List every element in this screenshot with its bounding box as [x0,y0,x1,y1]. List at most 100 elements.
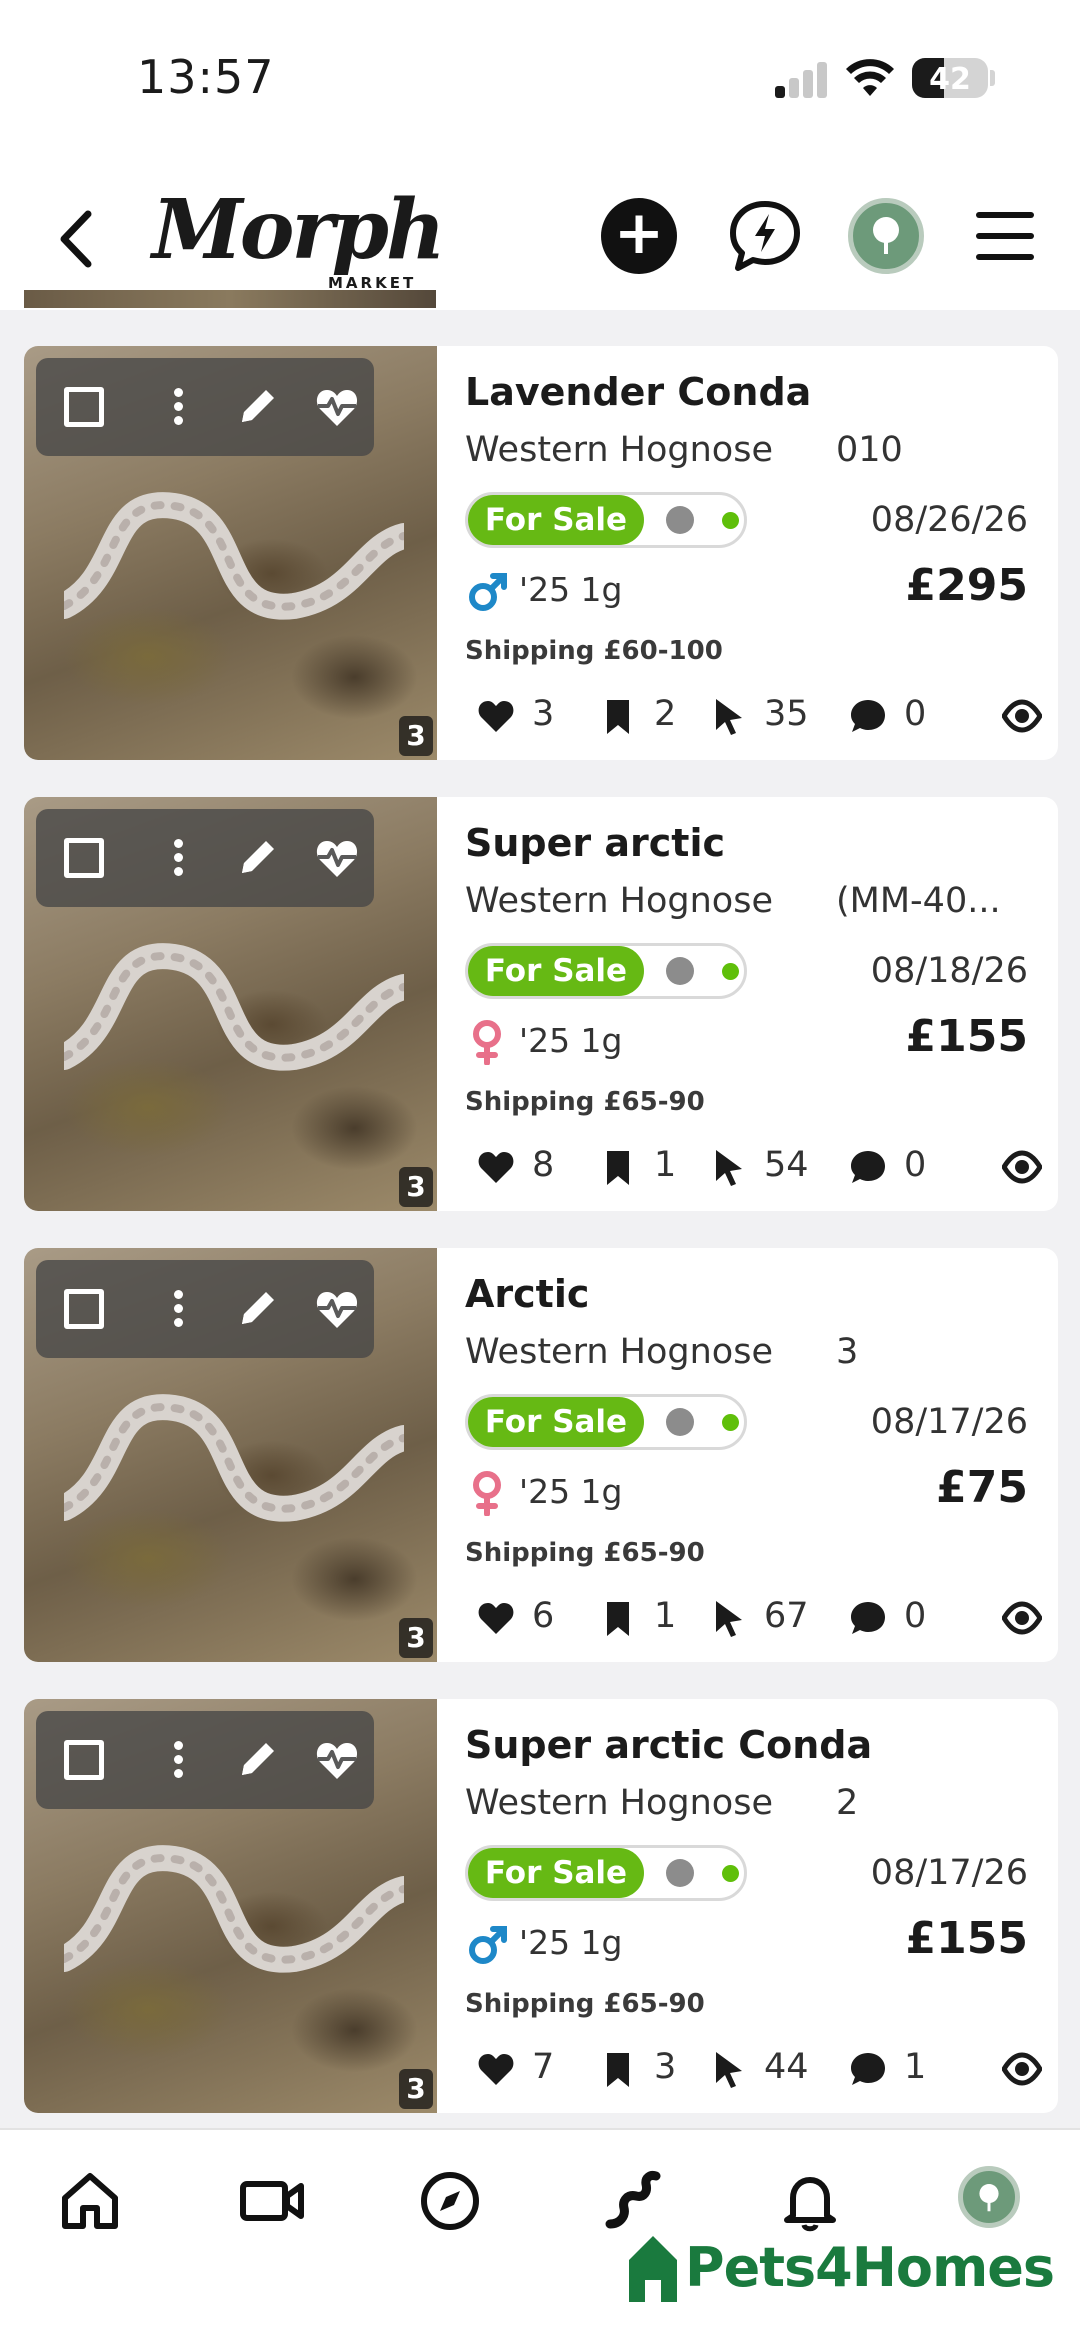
messages-count: 0 [904,694,927,734]
cursor-icon [716,699,742,735]
snake-image [64,492,404,620]
saves-count: 1 [654,1596,677,1636]
listing-card[interactable]: 3 Arctic Western Hognose 3 For Sale 08/1… [24,1248,1058,1662]
heartbeat-icon[interactable] [314,1286,360,1332]
saves-count: 1 [654,1145,677,1185]
app-header: Morph MARKET + [0,160,1080,310]
likes-count: 3 [532,694,555,734]
image-count-badge: 3 [399,1618,433,1658]
views-stat[interactable] [1002,2043,1050,2093]
listing-card[interactable]: 3 Lavender Conda Western Hognose 010 For… [24,346,1058,760]
listing-price: £295 [905,560,1028,611]
views-stat[interactable] [1002,1592,1050,1642]
back-chevron-icon[interactable] [52,204,102,274]
hamburger-menu-icon[interactable] [968,198,1044,274]
more-options-icon[interactable] [156,1286,202,1332]
female-symbol-icon [473,1471,501,1516]
select-checkbox[interactable] [64,1740,104,1780]
listing-age-weight: '25 1g [519,1923,623,1962]
select-checkbox[interactable] [64,1289,104,1329]
listing-title[interactable]: Arctic [465,1272,589,1316]
more-options-icon[interactable] [156,384,202,430]
listing-title[interactable]: Super arctic Conda [465,1723,872,1767]
clicks-count: 44 [764,2047,809,2087]
photo-toolbar [36,1711,374,1809]
listing-age-weight: '25 1g [519,570,623,609]
listing-price: £155 [905,1011,1028,1062]
active-dot [722,512,739,529]
listing-card[interactable]: 3 Super arctic Conda Western Hognose 2 F… [24,1699,1058,2113]
listing-species: Western Hognose [465,430,773,470]
eye-icon [1002,2052,1042,2086]
profile-avatar[interactable] [848,198,924,274]
male-symbol-icon [469,573,507,611]
eye-icon [1002,1150,1042,1184]
previous-card-edge [24,290,1058,310]
globe-icon [666,1859,694,1887]
status-toggle[interactable]: For Sale [465,1845,747,1901]
snake-photo[interactable]: 3 [24,346,437,760]
messages-count: 0 [904,1145,927,1185]
heartbeat-icon[interactable] [314,1737,360,1783]
listing-shipping: Shipping £60-100 [465,636,723,666]
likes-count: 7 [532,2047,555,2087]
signal-icon [775,60,827,98]
female-symbol-icon [473,1020,501,1065]
battery-level: 42 [929,62,971,97]
add-listing-button[interactable]: + [601,198,677,274]
video-icon[interactable] [237,2166,307,2236]
snake-icon[interactable] [598,2166,668,2236]
status-toggle[interactable]: For Sale [465,1394,747,1450]
edit-pencil-icon[interactable] [234,1737,280,1783]
active-dot [722,1414,739,1431]
more-options-icon[interactable] [156,1737,202,1783]
image-count-badge: 3 [399,2069,433,2109]
edit-pencil-icon[interactable] [234,384,280,430]
globe-icon [666,506,694,534]
heartbeat-icon[interactable] [314,384,360,430]
listing-date: 08/26/26 [870,500,1028,540]
bell-icon[interactable] [775,2166,845,2236]
edit-pencil-icon[interactable] [234,1286,280,1332]
for-sale-badge: For Sale [468,946,644,996]
likes-count: 6 [532,1596,555,1636]
morph-market-logo[interactable]: Morph MARKET [152,182,446,292]
home-icon[interactable] [55,2166,125,2236]
listing-stats: 6 1 67 0 [476,1592,1042,1642]
heart-icon [478,1603,514,1634]
heart-icon [478,701,514,732]
eye-icon [1002,699,1042,733]
for-sale-badge: For Sale [468,1397,644,1447]
snake-photo[interactable]: 3 [24,1699,437,2113]
views-stat[interactable] [1002,1141,1050,1191]
listing-code: 010 [836,430,903,470]
photo-toolbar [36,1260,374,1358]
listing-price: £155 [905,1913,1028,1964]
clicks-count: 67 [764,1596,809,1636]
nav-profile-avatar[interactable] [958,2166,1020,2228]
heartbeat-icon[interactable] [314,835,360,881]
status-toggle[interactable]: For Sale [465,492,747,548]
listing-card[interactable]: 3 Super arctic Western Hognose (MM-40...… [24,797,1058,1211]
battery-icon: 42 [912,58,988,98]
bookmark-icon [607,1602,629,1636]
snake-image [64,1394,404,1522]
listing-shipping: Shipping £65-90 [465,1087,705,1117]
snake-photo[interactable]: 3 [24,797,437,1211]
app-root: 13:57 42 Morph MARKET + 3 Lavender Conda… [0,0,1080,2341]
snake-photo[interactable]: 3 [24,1248,437,1662]
cursor-icon [716,1150,742,1186]
comment-icon [851,700,885,732]
active-dot [722,1865,739,1882]
select-checkbox[interactable] [64,838,104,878]
listing-title[interactable]: Lavender Conda [465,370,811,414]
status-toggle[interactable]: For Sale [465,943,747,999]
edit-pencil-icon[interactable] [234,835,280,881]
more-options-icon[interactable] [156,835,202,881]
clicks-count: 54 [764,1145,809,1185]
views-stat[interactable] [1002,690,1050,740]
select-checkbox[interactable] [64,387,104,427]
chat-bolt-icon[interactable] [727,198,803,274]
compass-icon[interactable] [415,2166,485,2236]
listing-title[interactable]: Super arctic [465,821,725,865]
